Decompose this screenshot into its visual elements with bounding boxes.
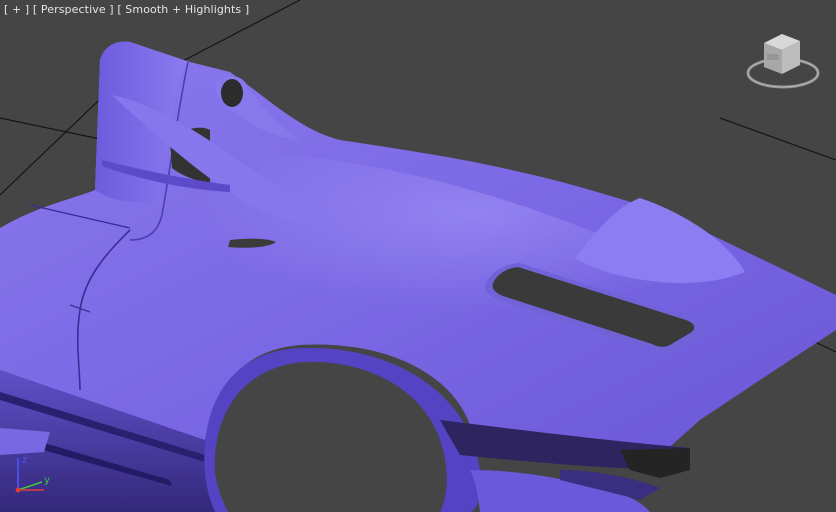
shading-mode-button[interactable]: [ Smooth + Highlights ] bbox=[117, 3, 249, 16]
perspective-viewport[interactable]: [ + ] [ Perspective ] [ Smooth + Highlig… bbox=[0, 0, 836, 512]
viewport-scene[interactable] bbox=[0, 0, 836, 512]
y-axis-label: y bbox=[44, 475, 50, 486]
floor-corner bbox=[0, 428, 50, 455]
axis-origin bbox=[15, 487, 21, 493]
viewport-label: [ + ] [ Perspective ] [ Smooth + Highlig… bbox=[4, 3, 249, 16]
viewport-menu-button[interactable]: [ + ] bbox=[4, 3, 29, 16]
z-axis-label: z bbox=[22, 455, 27, 466]
axis-tripod: z y bbox=[15, 455, 50, 493]
y-axis-line bbox=[17, 481, 43, 491]
rear-plate bbox=[620, 448, 690, 478]
viewcube-icon[interactable] bbox=[744, 30, 822, 92]
view-name-button[interactable]: [ Perspective ] bbox=[33, 3, 114, 16]
airbox-opening bbox=[221, 79, 243, 107]
